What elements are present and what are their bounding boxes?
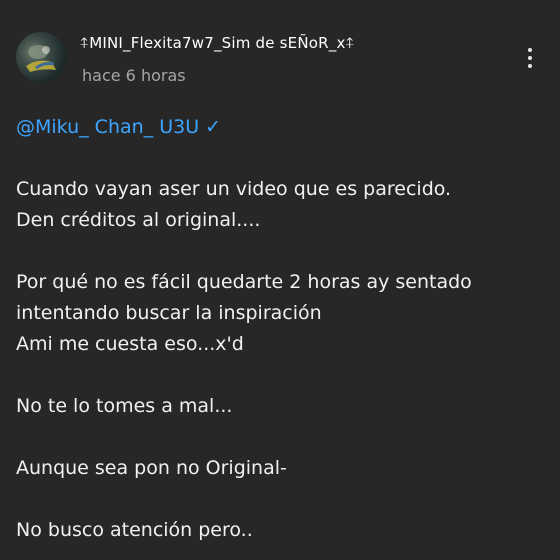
comment-header: ⍏MINI_Flexita7w7_Sim de sEÑoR_x⍏ hace 6 … — [16, 32, 544, 88]
avatar-image — [26, 45, 56, 72]
paragraph: No busco atención pero.. — [16, 515, 544, 546]
text-line: No te lo tomes a mal... — [16, 395, 233, 417]
text-line: Cuando vayan aser un video que es pareci… — [16, 178, 452, 200]
comment-body: @Miku_ Chan_ U3U ✓ Cuando vayan aser un … — [16, 112, 544, 560]
text-line: Den créditos al original.... — [16, 209, 261, 231]
paragraph: Aunque sea pon no Original- — [16, 453, 544, 484]
author-name[interactable]: ⍏MINI_Flexita7w7_Sim de sEÑoR_x⍏ — [80, 34, 355, 52]
text-line: Aunque sea pon no Original- — [16, 457, 287, 479]
avatar[interactable] — [16, 32, 66, 82]
paragraph: Por qué no es fácil quedarte 2 horas ay … — [16, 267, 544, 360]
comment-card: ⍏MINI_Flexita7w7_Sim de sEÑoR_x⍏ hace 6 … — [0, 0, 560, 560]
text-line: Por qué no es fácil quedarte 2 horas ay … — [16, 271, 472, 293]
paragraph: Cuando vayan aser un video que es pareci… — [16, 174, 544, 236]
mention-link[interactable]: @Miku_ Chan_ U3U ✓ — [16, 112, 221, 143]
text-line: intentando buscar la inspiración — [16, 302, 322, 324]
text-line: Ami me cuesta eso...x'd — [16, 333, 244, 355]
paragraph: No te lo tomes a mal... — [16, 391, 544, 422]
more-vertical-icon[interactable] — [518, 44, 542, 72]
menu-dot — [528, 56, 532, 60]
menu-dot — [528, 48, 532, 52]
timestamp: hace 6 horas — [82, 66, 186, 85]
text-line: No busco atención pero.. — [16, 519, 253, 541]
menu-dot — [528, 64, 532, 68]
